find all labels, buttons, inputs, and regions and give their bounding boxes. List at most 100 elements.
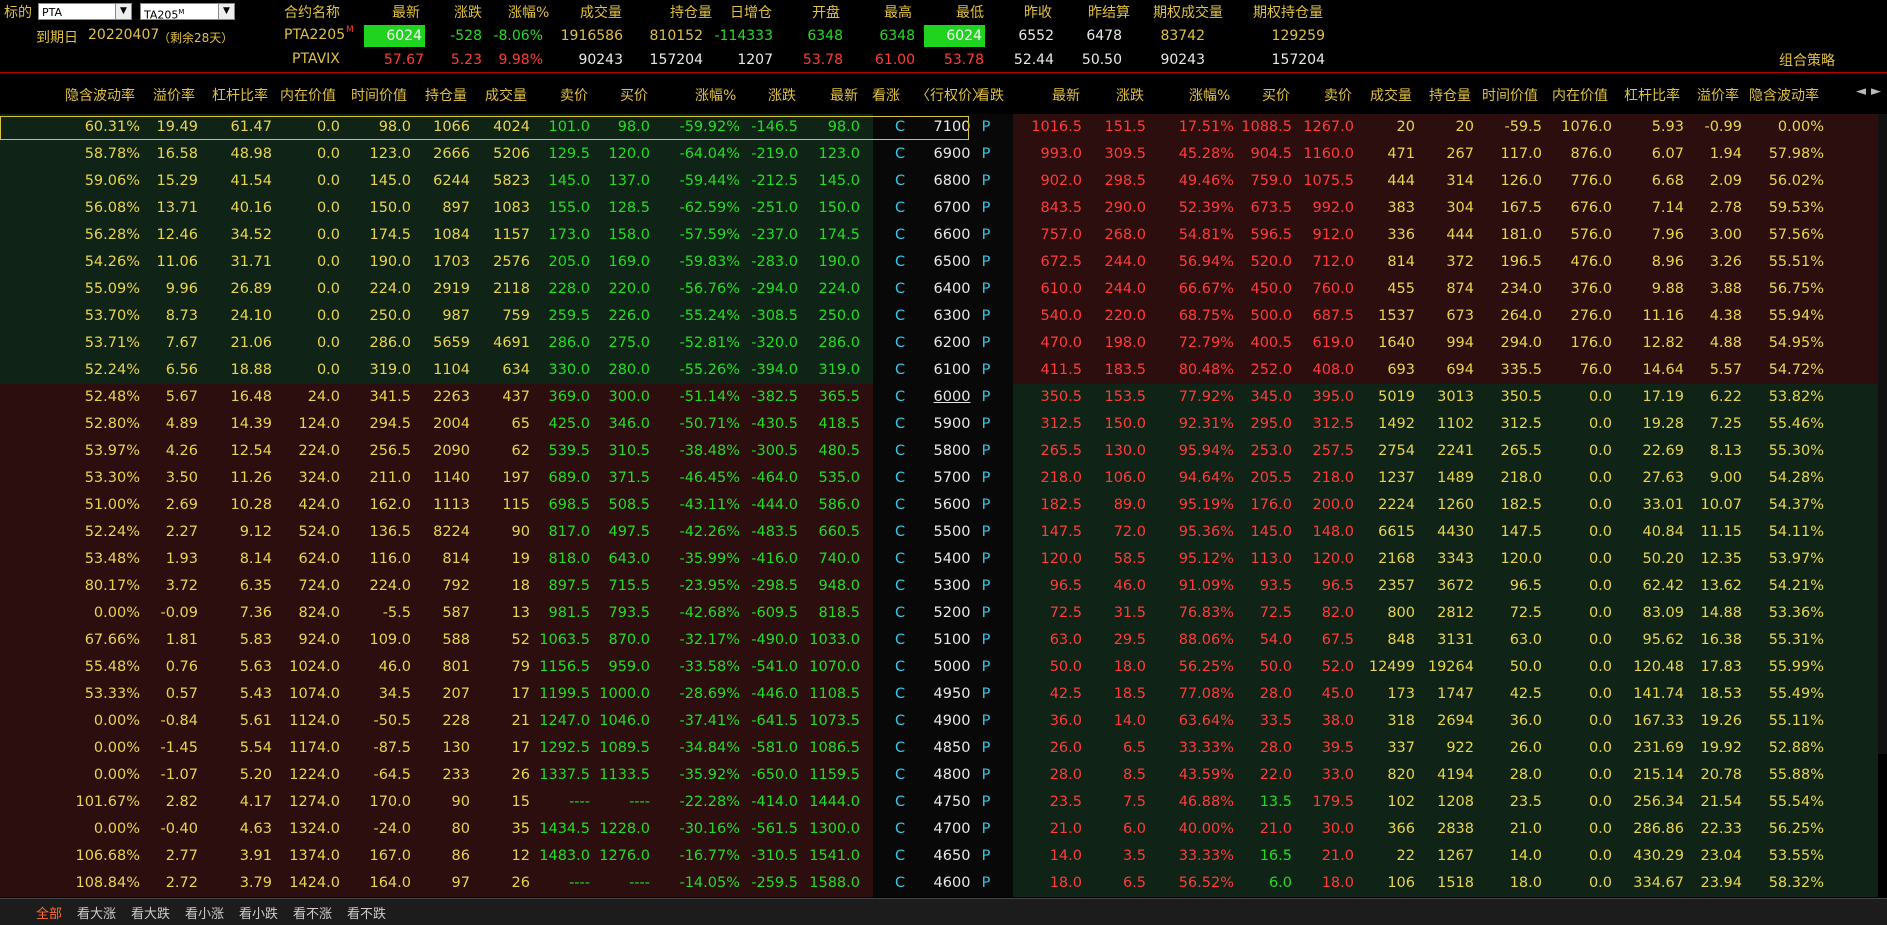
call-header-11[interactable]: 最新 [830,84,858,108]
strike-price[interactable]: 6500 [922,249,982,276]
call-marker[interactable]: C [890,114,910,141]
table-row[interactable]: 0.00% -0.84 5.61 1124.0 -50.5 228 21 1247.0 1046… [0,708,1887,735]
strike-price[interactable]: 5400 [922,546,982,573]
call-marker[interactable]: C [890,492,910,519]
combo-strategy-button[interactable]: 组合策略 [1779,50,1835,70]
call-marker[interactable]: C [890,330,910,357]
call-marker[interactable]: C [890,168,910,195]
table-row[interactable]: 0.00% -0.40 4.63 1324.0 -24.0 80 35 1434.5 1228.… [0,816,1887,843]
strike-price[interactable]: 5300 [922,573,982,600]
table-row[interactable]: 53.97% 4.26 12.54 224.0 256.5 2090 62 539.5 310.… [0,438,1887,465]
table-row[interactable]: 54.26% 11.06 31.71 0.0 190.0 1703 2576 205.0 169… [0,249,1887,276]
put-marker[interactable]: P [976,141,996,168]
put-header-4[interactable]: 卖价 [1324,84,1352,108]
filter-tab[interactable]: 看小涨 [185,903,224,922]
call-header-8[interactable]: 买价 [620,84,648,108]
put-header-1[interactable]: 涨跌 [1116,84,1144,108]
table-row[interactable]: 55.48% 0.76 5.63 1024.0 46.0 801 79 1156.5 959.0… [0,654,1887,681]
call-marker[interactable]: C [890,357,910,384]
call-header-1[interactable]: 溢价率 [153,84,195,108]
strike-price[interactable]: 5700 [922,465,982,492]
call-header-4[interactable]: 时间价值 [351,84,407,108]
call-header-10[interactable]: 涨跌 [768,84,796,108]
strike-price[interactable]: 6300 [922,303,982,330]
put-marker[interactable]: P [976,168,996,195]
call-marker[interactable]: C [890,870,910,897]
call-marker[interactable]: C [890,465,910,492]
strike-price[interactable]: 6900 [922,141,982,168]
put-marker[interactable]: P [976,627,996,654]
table-row[interactable]: 53.30% 3.50 11.26 324.0 211.0 1140 197 689.0 371… [0,465,1887,492]
table-row[interactable]: 52.24% 2.27 9.12 524.0 136.5 8224 90 817.0 497.5… [0,519,1887,546]
table-row[interactable]: 106.68% 2.77 3.91 1374.0 167.0 86 12 1483.0 1276… [0,843,1887,870]
filter-tab[interactable]: 看大跌 [131,903,170,922]
table-row[interactable]: 60.31% 19.49 61.47 0.0 98.0 1066 4024 101.0 98.0… [0,114,1887,141]
call-header-6[interactable]: 成交量 [485,84,527,108]
call-marker[interactable]: C [890,249,910,276]
strike-price[interactable]: 5800 [922,438,982,465]
strike-price[interactable]: 4600 [922,870,982,897]
strike-header-2[interactable]: 看跌 [976,84,1004,108]
put-marker[interactable]: P [976,816,996,843]
filter-tab[interactable]: 看不跌 [347,903,386,922]
call-marker[interactable]: C [890,681,910,708]
call-header-7[interactable]: 卖价 [560,84,588,108]
strike-price[interactable]: 4650 [922,843,982,870]
strike-price[interactable]: 6200 [922,330,982,357]
call-header-5[interactable]: 持仓量 [425,84,467,108]
table-row[interactable]: 58.78% 16.58 48.98 0.0 123.0 2666 5206 129.5 120… [0,141,1887,168]
strike-price[interactable]: 5000 [922,654,982,681]
put-header-7[interactable]: 时间价值 [1482,84,1538,108]
underlying-select[interactable]: PTA ▼ [38,3,132,20]
strike-price[interactable]: 5200 [922,600,982,627]
put-marker[interactable]: P [976,762,996,789]
call-marker[interactable]: C [890,843,910,870]
put-header-0[interactable]: 最新 [1052,84,1080,108]
table-row[interactable]: 0.00% -0.09 7.36 824.0 -5.5 587 13 981.5 793.5 -4… [0,600,1887,627]
call-marker[interactable]: C [890,519,910,546]
call-marker[interactable]: C [890,141,910,168]
table-row[interactable]: 55.09% 9.96 26.89 0.0 224.0 2919 2118 228.0 220.… [0,276,1887,303]
put-header-3[interactable]: 买价 [1262,84,1290,108]
put-marker[interactable]: P [976,276,996,303]
put-marker[interactable]: P [976,573,996,600]
put-marker[interactable]: P [976,222,996,249]
put-marker[interactable]: P [976,789,996,816]
put-marker[interactable]: P [976,681,996,708]
table-row[interactable]: 53.70% 8.73 24.10 0.0 250.0 987 759 259.5 226.0-… [0,303,1887,330]
call-header-9[interactable]: 涨幅% [695,84,736,108]
put-marker[interactable]: P [976,735,996,762]
strike-price[interactable]: 5600 [922,492,982,519]
put-header-5[interactable]: 成交量 [1370,84,1412,108]
call-marker[interactable]: C [890,789,910,816]
strike-price[interactable]: 4950 [922,681,982,708]
call-marker[interactable]: C [890,276,910,303]
chevron-down-icon[interactable]: ▼ [218,4,234,19]
strike-price[interactable]: 5100 [922,627,982,654]
strike-header-0[interactable]: 看涨 [872,84,900,108]
put-marker[interactable]: P [976,843,996,870]
call-marker[interactable]: C [890,708,910,735]
strike-price[interactable]: 4700 [922,816,982,843]
strike-price[interactable]: 6800 [922,168,982,195]
chevron-down-icon[interactable]: ▼ [115,4,131,19]
put-marker[interactable]: P [976,195,996,222]
strike-price[interactable]: 6100 [922,357,982,384]
call-marker[interactable]: C [890,654,910,681]
table-row[interactable]: 0.00% -1.45 5.54 1174.0 -87.5 130 17 1292.5 1089… [0,735,1887,762]
put-marker[interactable]: P [976,114,996,141]
strike-price[interactable]: 4850 [922,735,982,762]
put-marker[interactable]: P [976,654,996,681]
put-marker[interactable]: P [976,870,996,897]
call-marker[interactable]: C [890,816,910,843]
table-row[interactable]: 56.08% 13.71 40.16 0.0 150.0 897 1083 155.0 128.… [0,195,1887,222]
strike-price[interactable]: 6600 [922,222,982,249]
table-row[interactable]: 0.00% -1.07 5.20 1224.0 -64.5 233 26 1337.5 1133… [0,762,1887,789]
table-row[interactable]: 53.33% 0.57 5.43 1074.0 34.5 207 17 1199.5 1000.… [0,681,1887,708]
table-row[interactable]: 52.48% 5.67 16.48 24.0 341.5 2263 437 369.0 300.… [0,384,1887,411]
put-marker[interactable]: P [976,303,996,330]
table-row[interactable]: 101.67% 2.82 4.17 1274.0 170.0 90 15 ---- ---- -2… [0,789,1887,816]
table-row[interactable]: 80.17% 3.72 6.35 724.0 224.0 792 18 897.5 715.5-… [0,573,1887,600]
strike-price[interactable]: 6000 [922,384,982,411]
scroll-left-icon[interactable]: ◄ [1856,84,1866,99]
